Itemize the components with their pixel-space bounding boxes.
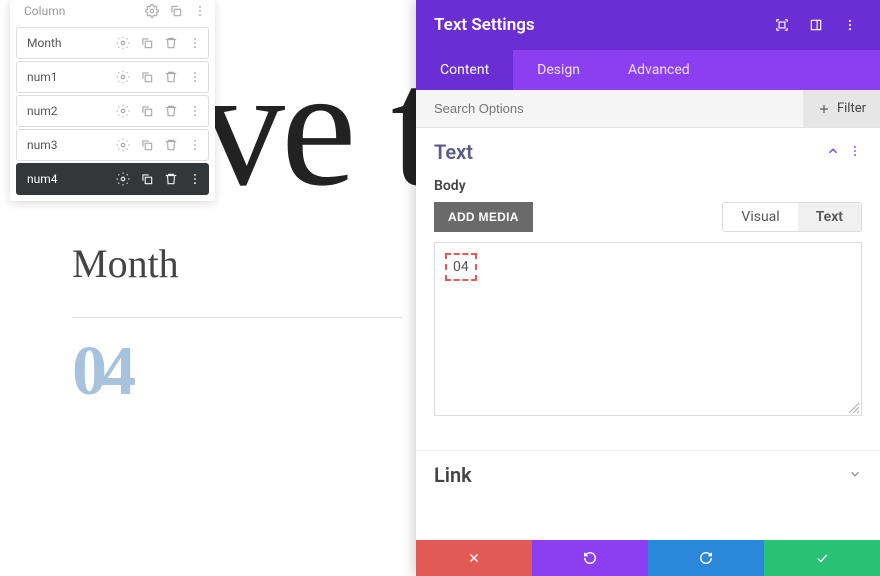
tab-design[interactable]: Design [513,50,604,90]
trash-icon[interactable] [162,102,180,120]
arrow-annotation-icon [170,336,184,350]
more-icon[interactable] [186,170,204,188]
tab-content[interactable]: Content [416,50,513,90]
month-heading: Month [72,240,402,287]
link-section-header[interactable]: Link [416,451,880,497]
chevron-down-icon[interactable] [848,466,862,485]
more-icon[interactable] [848,143,862,162]
text-section-header[interactable]: Text [416,128,880,174]
panel-bottom-bar [416,540,880,576]
search-input[interactable] [434,101,803,116]
more-icon[interactable] [186,34,204,52]
panel-title: Text Settings [434,15,760,35]
text-settings-panel: Text Settings Content Design Advanced Fi… [416,0,880,576]
add-media-button[interactable]: ADD MEDIA [434,202,533,232]
gear-icon[interactable] [114,34,132,52]
trash-icon[interactable] [162,34,180,52]
more-icon[interactable] [186,68,204,86]
duplicate-icon[interactable] [138,136,156,154]
trash-icon[interactable] [162,170,180,188]
more-icon[interactable] [838,13,862,37]
layer-label: num3 [27,138,114,152]
gear-icon[interactable] [114,102,132,120]
filter-button[interactable]: Filter [803,90,880,127]
layers-panel: Column Month num1 num2 [10,0,215,201]
layer-row-num2[interactable]: num2 [16,95,209,127]
discard-button[interactable] [416,540,532,576]
background-text: ve t [200,30,434,225]
panel-header: Text Settings [416,0,880,50]
gear-icon[interactable] [143,2,161,20]
trash-icon[interactable] [162,136,180,154]
expand-icon[interactable] [770,13,794,37]
editor-tab-toggle: Visual Text [722,202,862,232]
save-button[interactable] [764,540,880,576]
section-title-link: Link [434,463,848,487]
layer-label: Month [27,36,114,50]
layer-row-month[interactable]: Month [16,27,209,59]
text-tab[interactable]: Text [798,203,861,231]
more-icon[interactable] [186,136,204,154]
editor-text-value[interactable]: 04 [445,253,477,281]
month-number-display[interactable]: 04 [72,332,402,412]
gear-icon[interactable] [114,68,132,86]
panel-body: Text Body ADD MEDIA Visual Text 04 Link [416,128,880,540]
redo-button[interactable] [648,540,764,576]
dock-icon[interactable] [804,13,828,37]
undo-button[interactable] [532,540,648,576]
step-marker-1: 1 [370,246,384,265]
panel-tabs: Content Design Advanced [416,50,880,90]
duplicate-icon[interactable] [138,68,156,86]
trash-icon[interactable] [162,68,180,86]
gear-icon[interactable] [114,170,132,188]
page-content: Month 04 [72,240,402,412]
layers-column-header: Column [10,0,215,25]
tab-advanced[interactable]: Advanced [604,50,714,90]
section-title-text: Text [434,140,826,164]
plus-icon [817,102,831,116]
layer-row-num3[interactable]: num3 [16,129,209,161]
duplicate-icon[interactable] [138,170,156,188]
body-editor[interactable]: 04 [434,242,862,416]
body-label: Body [434,178,862,194]
more-icon[interactable] [186,102,204,120]
resize-handle-icon[interactable] [849,403,859,413]
divider [72,317,402,318]
layer-label: num4 [27,172,114,186]
search-row: Filter [416,90,880,128]
duplicate-icon[interactable] [138,34,156,52]
body-field-group: Body ADD MEDIA Visual Text 04 [416,174,880,430]
chevron-up-icon[interactable] [826,143,840,162]
gear-icon[interactable] [114,136,132,154]
duplicate-icon[interactable] [138,102,156,120]
visual-tab[interactable]: Visual [723,203,797,231]
layer-row-num4[interactable]: num4 [16,163,209,195]
layer-label: num2 [27,104,114,118]
layer-label: num1 [27,70,114,84]
more-icon[interactable] [191,2,209,20]
layer-row-num1[interactable]: num1 [16,61,209,93]
duplicate-icon[interactable] [167,2,185,20]
